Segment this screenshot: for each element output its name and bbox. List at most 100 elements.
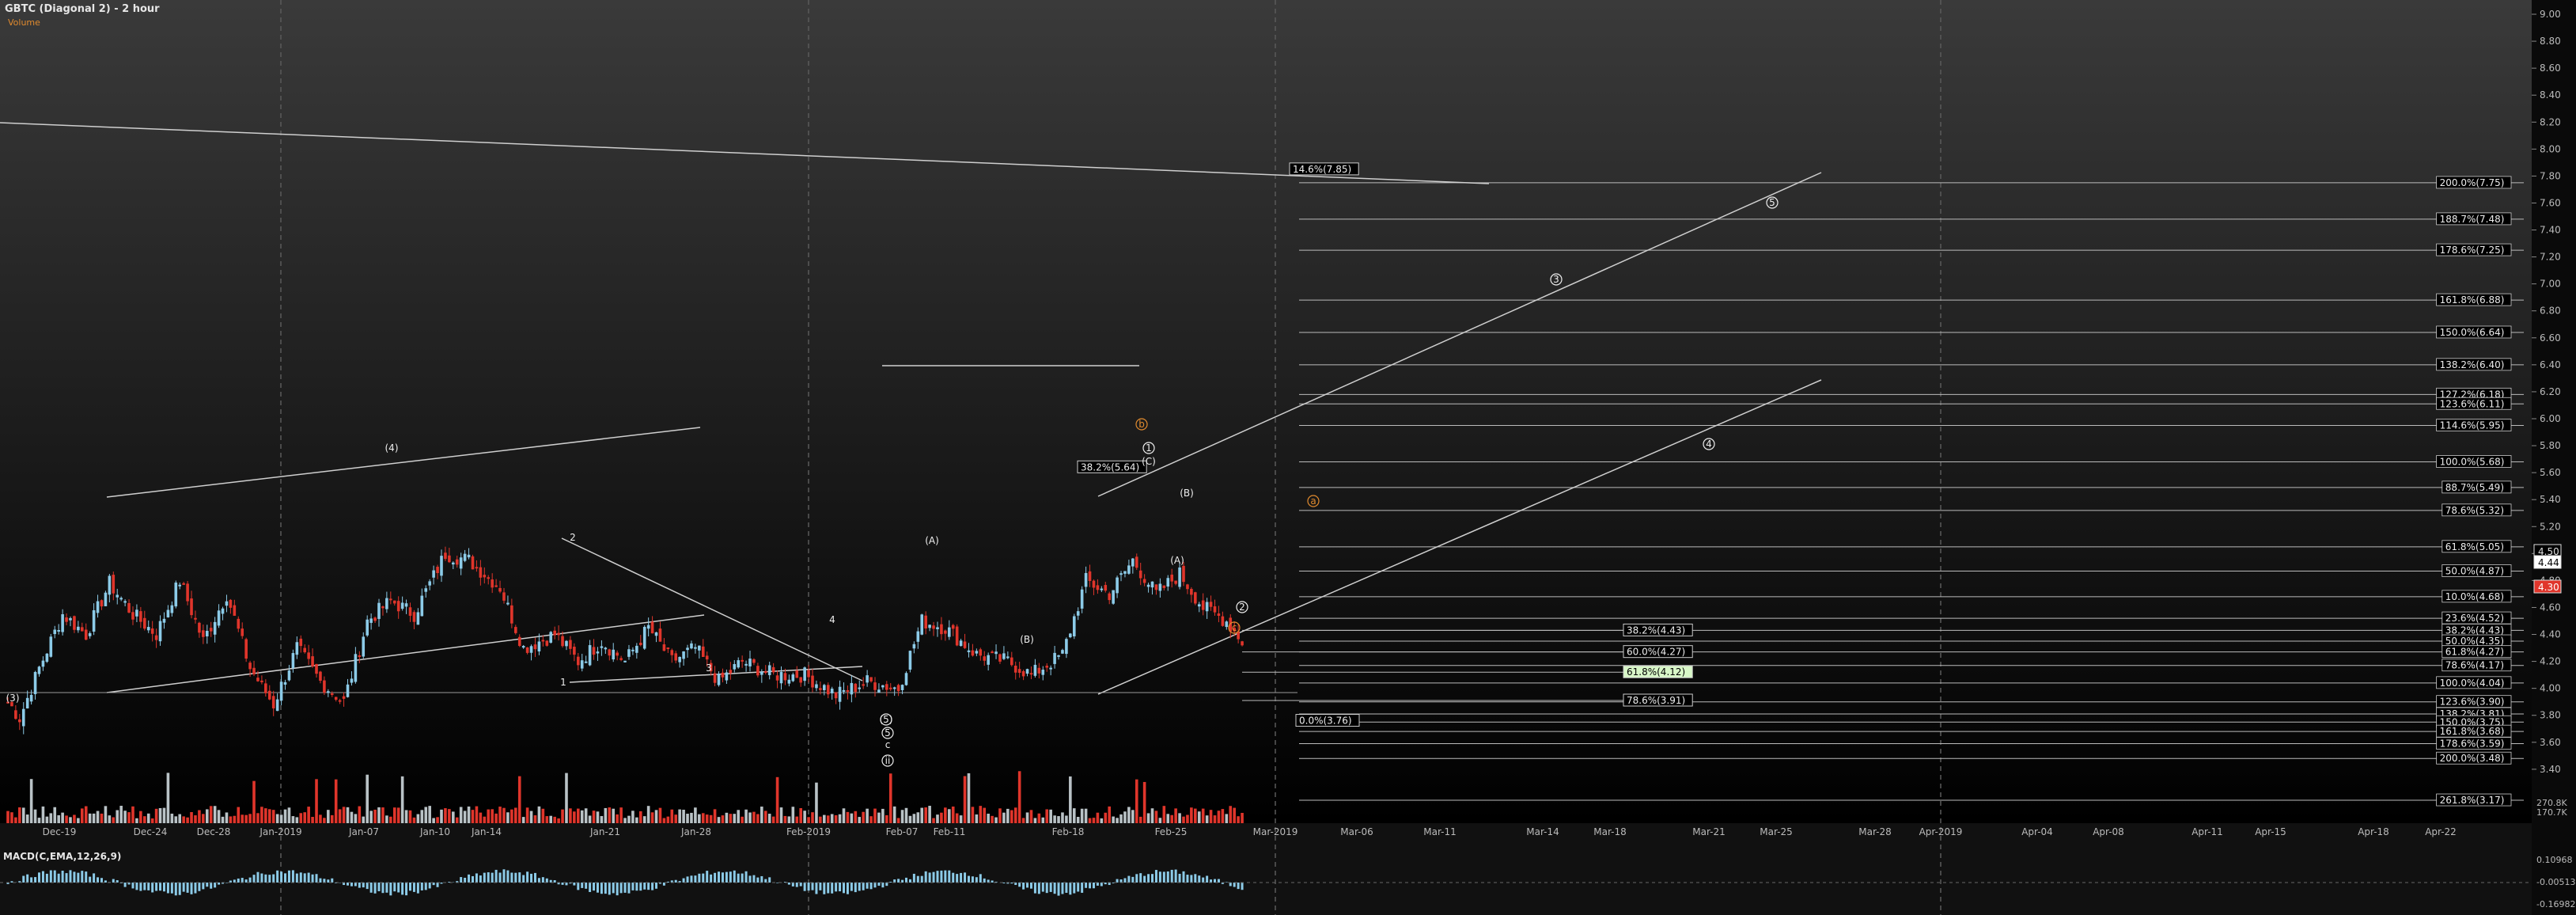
- candle-body: [444, 552, 447, 560]
- macd-bar: [1139, 873, 1142, 883]
- candle-body: [846, 689, 850, 692]
- candle-body: [1100, 588, 1104, 590]
- candle-body: [291, 653, 295, 669]
- candle-body: [467, 554, 471, 558]
- candle-body: [1162, 585, 1166, 588]
- candle-body: [381, 606, 385, 609]
- volume-bar: [842, 808, 846, 823]
- fib-label: 61.8%(4.27): [2445, 647, 2504, 658]
- wave-label: (5): [880, 714, 893, 725]
- candle-body: [557, 632, 560, 636]
- candle-body: [1182, 565, 1185, 583]
- candle-body: [932, 625, 935, 629]
- macd-bar: [1229, 883, 1232, 887]
- volume-bar: [881, 808, 885, 823]
- volume-bar: [951, 806, 955, 823]
- macd-bar: [49, 870, 52, 883]
- candle-body: [1080, 589, 1084, 609]
- candle-body: [799, 677, 802, 683]
- volume-bar: [366, 774, 369, 823]
- volume-axis-label: 170.7K: [2536, 807, 2567, 818]
- volume-bar: [256, 813, 259, 823]
- volume-bar: [241, 814, 244, 823]
- candle-body: [940, 624, 943, 635]
- y-tick-label: 5.60: [2540, 467, 2561, 478]
- candle-body: [283, 682, 287, 685]
- volume-bar: [1229, 806, 1233, 823]
- volume-bar: [826, 815, 830, 823]
- macd-bar: [596, 883, 599, 893]
- macd-bar: [944, 870, 947, 883]
- candle-body: [944, 630, 947, 634]
- macd-bar: [393, 883, 396, 892]
- candle-body: [88, 632, 92, 636]
- macd-bar: [41, 871, 44, 883]
- macd-bar: [323, 879, 326, 883]
- y-tick-label: 6.20: [2540, 386, 2561, 397]
- volume-bar: [682, 810, 685, 823]
- macd-bar: [487, 872, 490, 883]
- macd-bar: [901, 879, 904, 883]
- volume-bar: [900, 810, 904, 823]
- y-tick-label: 3.80: [2540, 710, 2561, 721]
- candle-body: [967, 650, 971, 652]
- volume-bar: [557, 818, 560, 823]
- candle-body: [838, 686, 842, 702]
- candle-body: [455, 559, 459, 565]
- volume-bar: [264, 808, 267, 823]
- volume-bar: [1190, 807, 1193, 823]
- volume-bar: [295, 817, 299, 823]
- macd-bar: [604, 883, 607, 894]
- volume-bar: [491, 809, 494, 823]
- candle-body: [448, 555, 451, 563]
- volume-bar: [646, 806, 650, 823]
- wave-label: c: [885, 739, 891, 750]
- volume-bar: [819, 816, 822, 823]
- volume-bar: [131, 806, 134, 823]
- macd-bar: [1022, 883, 1025, 890]
- volume-bar: [174, 816, 178, 823]
- macd-bar: [85, 871, 88, 883]
- macd-bar: [924, 871, 927, 883]
- macd-bar: [1194, 874, 1197, 883]
- volume-bar: [6, 811, 9, 823]
- macd-bar: [694, 875, 697, 883]
- volume-bar: [1006, 808, 1010, 823]
- volume-bar: [100, 813, 104, 823]
- candle-body: [971, 650, 975, 656]
- volume-bar: [627, 815, 631, 823]
- volume-bar: [573, 811, 576, 823]
- volume-bar: [642, 816, 646, 823]
- candle-body: [616, 652, 619, 656]
- volume-bar: [416, 814, 420, 823]
- candle-body: [1017, 669, 1021, 674]
- volume-bar: [904, 807, 908, 823]
- candle-body: [142, 617, 146, 629]
- macd-bar: [721, 872, 724, 883]
- candle-body: [100, 600, 104, 607]
- macd-bar: [526, 871, 529, 883]
- macd-bar: [1053, 883, 1056, 894]
- volume-bar: [1084, 808, 1088, 823]
- fib-label: 23.6%(4.52): [2445, 613, 2504, 624]
- candle-body: [682, 651, 685, 659]
- macd-bar: [791, 883, 794, 887]
- volume-bar: [896, 818, 900, 823]
- candle-body: [678, 656, 681, 663]
- volume-bar: [596, 811, 600, 823]
- fib-label: 200.0%(3.48): [2440, 753, 2505, 764]
- macd-bar: [30, 877, 33, 883]
- y-tick-label: 8.00: [2540, 143, 2561, 154]
- candle-body: [287, 670, 291, 681]
- macd-bar: [619, 883, 623, 894]
- candle-body: [834, 692, 838, 699]
- macd-bar: [182, 883, 185, 892]
- volume-bar: [854, 811, 858, 823]
- volume-bar: [877, 812, 881, 823]
- wave-label: a: [1310, 495, 1316, 507]
- candle-body: [315, 663, 318, 674]
- candle-body: [1029, 673, 1033, 675]
- candle-body: [92, 609, 96, 632]
- volume-bar: [612, 808, 616, 823]
- macd-bar: [862, 883, 865, 890]
